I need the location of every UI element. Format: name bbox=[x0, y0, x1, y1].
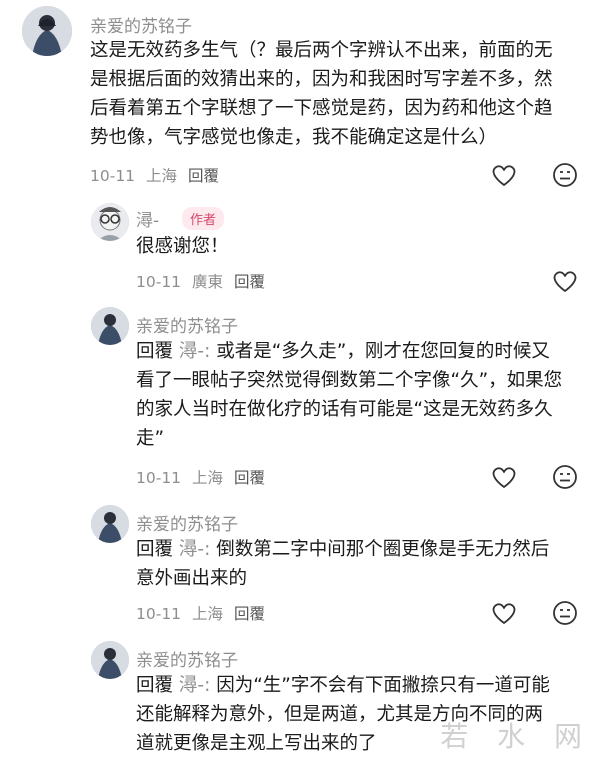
comment-date: 10-11 bbox=[136, 273, 182, 291]
reply-prefix: 回覆 bbox=[136, 539, 174, 560]
comment-line: 是根据后面的效猜出来的，因为和我困时写字差不多，然 bbox=[90, 69, 553, 90]
reply-button[interactable]: 回覆 bbox=[234, 605, 265, 623]
author-badge: 作者 bbox=[182, 207, 225, 230]
comment-meta: 10-11 廣東 回覆 bbox=[136, 270, 265, 292]
username[interactable]: 亲爱的苏铭子 bbox=[90, 12, 192, 37]
comment-line: 后看着第五个字联想了一下感觉是药，因为药和他这个趋 bbox=[90, 98, 553, 119]
avatar-image bbox=[91, 505, 129, 543]
comment-line: 回覆 潯-: 倒数第二字中间那个圈更像是手无力然后 bbox=[136, 535, 549, 564]
avatar-image bbox=[91, 307, 129, 345]
reply-button[interactable]: 回覆 bbox=[234, 469, 265, 487]
comment-line: 势也像，气字感觉也像走，我不能确定这是什么） bbox=[90, 127, 498, 148]
reply-target[interactable]: 潯-: bbox=[179, 539, 210, 560]
avatar-image bbox=[91, 203, 129, 241]
comment-text: 回覆 潯-: 或者是“多久走”，刚才在您回复的时候又 看了一眼帖子突然觉得倒数第… bbox=[136, 337, 562, 453]
heart-icon[interactable] bbox=[550, 266, 580, 296]
avatar-image bbox=[91, 641, 129, 679]
avatar[interactable] bbox=[91, 203, 129, 241]
comment-first-line: 因为“生”字不会有下面撇捺只有一道可能 bbox=[210, 675, 550, 696]
avatar[interactable] bbox=[91, 641, 129, 679]
comment-meta: 10-11 上海 回覆 bbox=[90, 164, 219, 186]
comment-date: 10-11 bbox=[136, 605, 182, 623]
avatar-image bbox=[22, 6, 72, 56]
comment-line: 的家人当时在做化疗的话有可能是“这是无效药多久 bbox=[136, 399, 553, 420]
avatar[interactable] bbox=[91, 307, 129, 345]
comment-text: 很感谢您！ bbox=[136, 232, 229, 261]
comment-line: 这是无效药多生气（？最后两个字辨认不出来，前面的无 bbox=[90, 40, 553, 61]
comment-location: 上海 bbox=[145, 167, 177, 185]
comment-line: 回覆 潯-: 因为“生”字不会有下面撇捺只有一道可能 bbox=[136, 671, 550, 700]
neutral-face-icon[interactable] bbox=[550, 598, 580, 628]
username[interactable]: 亲爱的苏铭子 bbox=[136, 646, 238, 671]
comment-date: 10-11 bbox=[136, 469, 182, 487]
comment-line: 回覆 潯-: 或者是“多久走”，刚才在您回复的时候又 bbox=[136, 337, 562, 366]
reply-button[interactable]: 回覆 bbox=[188, 167, 219, 185]
comment-location: 廣東 bbox=[191, 273, 223, 291]
comment-first-line: 倒数第二字中间那个圈更像是手无力然后 bbox=[210, 539, 550, 560]
reply-prefix: 回覆 bbox=[136, 341, 174, 362]
heart-icon[interactable] bbox=[489, 598, 519, 628]
comment-date: 10-11 bbox=[90, 167, 136, 185]
comment-line: 走” bbox=[136, 428, 165, 449]
neutral-face-icon[interactable] bbox=[550, 160, 580, 190]
comment-text: 这是无效药多生气（？最后两个字辨认不出来，前面的无 是根据后面的效猜出来的，因为… bbox=[90, 36, 553, 152]
comment-meta: 10-11 上海 回覆 bbox=[136, 602, 265, 624]
neutral-face-icon[interactable] bbox=[550, 462, 580, 492]
avatar[interactable] bbox=[22, 6, 72, 56]
comment-location: 上海 bbox=[191, 605, 223, 623]
comment-line: 意外画出来的 bbox=[136, 568, 248, 589]
comment-first-line: 或者是“多久走”，刚才在您回复的时候又 bbox=[210, 341, 550, 362]
comment-line: 看了一眼帖子突然觉得倒数第二个字像“久”，如果您 bbox=[136, 370, 563, 391]
comment-line: 很感谢您！ bbox=[136, 236, 229, 257]
comment-text: 回覆 潯-: 倒数第二字中间那个圈更像是手无力然后 意外画出来的 bbox=[136, 535, 549, 593]
heart-icon[interactable] bbox=[489, 462, 519, 492]
comment-location: 上海 bbox=[191, 469, 223, 487]
reply-target[interactable]: 潯-: bbox=[179, 341, 210, 362]
avatar[interactable] bbox=[91, 505, 129, 543]
reply-target[interactable]: 潯-: bbox=[179, 675, 210, 696]
comment-meta: 10-11 上海 回覆 bbox=[136, 466, 265, 488]
heart-icon[interactable] bbox=[489, 160, 519, 190]
username[interactable]: 潯- bbox=[136, 206, 159, 231]
watermark: 若 水 网 bbox=[440, 720, 592, 753]
username[interactable]: 亲爱的苏铭子 bbox=[136, 312, 238, 337]
reply-prefix: 回覆 bbox=[136, 675, 174, 696]
username[interactable]: 亲爱的苏铭子 bbox=[136, 510, 238, 535]
reply-button[interactable]: 回覆 bbox=[234, 273, 265, 291]
